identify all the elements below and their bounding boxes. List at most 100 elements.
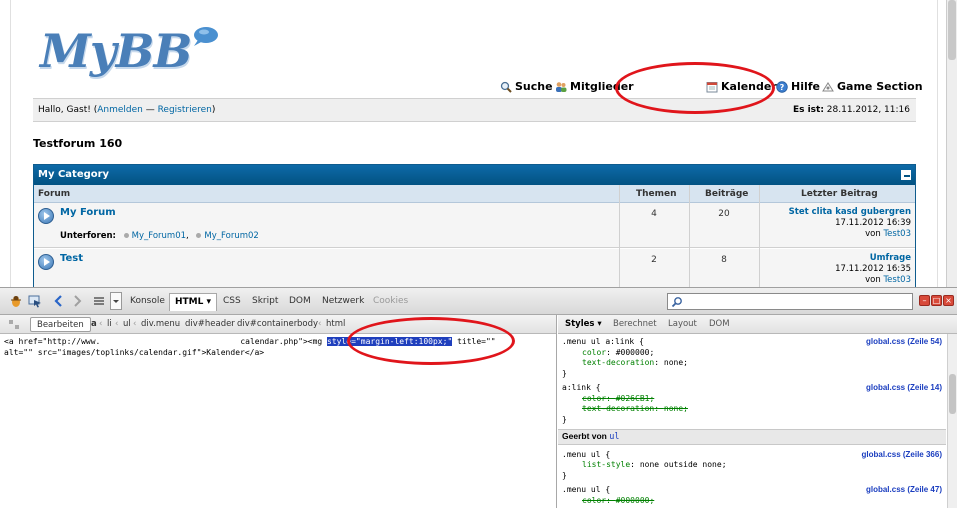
- tab-dom[interactable]: DOM: [289, 296, 311, 306]
- tab-html[interactable]: HTML ▾: [169, 293, 218, 311]
- author-link[interactable]: Test03: [883, 229, 911, 239]
- crumb-div-menu[interactable]: div.menu: [141, 319, 180, 329]
- crumb-li[interactable]: li: [107, 319, 112, 329]
- property-value: none outside none;: [639, 460, 727, 469]
- subforum-dot-icon: [196, 233, 202, 238]
- property-name: list-style: [582, 460, 631, 469]
- toplink-label: Game Section: [837, 80, 923, 93]
- crumb-separator-icon: ‹: [133, 319, 137, 329]
- column-headers: Forum Themen Beiträge Letzter Beitrag: [34, 185, 915, 203]
- tab-layout[interactable]: Layout: [668, 319, 697, 329]
- tab-skript[interactable]: Skript: [252, 296, 278, 306]
- dropdown-icon[interactable]: [110, 292, 122, 310]
- side-tabs: Styles ▾ Berechnet Layout DOM: [558, 315, 957, 334]
- html-source[interactable]: <a href="http://www. calendar.php"><mg st…: [4, 336, 552, 358]
- property-value: none;: [663, 358, 688, 367]
- detach-icon[interactable]: □: [931, 295, 942, 306]
- forward-icon[interactable]: [70, 294, 84, 308]
- members-icon: [556, 81, 567, 92]
- by-label: von: [865, 275, 881, 285]
- author-link[interactable]: Test03: [883, 275, 911, 285]
- subforum-link[interactable]: My_Forum02: [204, 231, 258, 241]
- node-icon[interactable]: [8, 319, 20, 330]
- side-scrollbar[interactable]: [947, 334, 957, 508]
- list-icon[interactable]: [92, 294, 106, 308]
- forum-link[interactable]: Test: [60, 253, 83, 264]
- page-scrollbar[interactable]: [946, 0, 957, 287]
- html-panel: Bearbeiten a ‹ li ‹ ul ‹ div.menu ‹ div#…: [0, 315, 557, 508]
- css-property[interactable]: text-decoration: none;: [562, 358, 942, 369]
- tab-css[interactable]: CSS: [223, 296, 241, 306]
- last-post-link[interactable]: Umfrage: [835, 253, 911, 264]
- css-source-link[interactable]: global.css (Zeile 54): [866, 337, 942, 348]
- mybb-logo[interactable]: MyBB: [40, 23, 220, 79]
- css-property-overridden[interactable]: color: #026CB1;: [562, 394, 942, 405]
- col-topics: Themen: [636, 189, 677, 199]
- toplink-suche[interactable]: Suche: [500, 80, 553, 93]
- code-fragment: <a href="http://www.: [4, 337, 101, 346]
- last-post-link[interactable]: Stet clita kasd gubergren: [789, 207, 911, 218]
- tab-cookies[interactable]: Cookies: [373, 296, 408, 306]
- css-property-overridden[interactable]: color: #000000;: [562, 496, 942, 507]
- toplink-mitglieder[interactable]: Mitglieder: [555, 80, 634, 93]
- logo-text: MyBB: [40, 24, 192, 78]
- firebug-icon[interactable]: [9, 294, 23, 308]
- scrollbar-thumb[interactable]: [949, 374, 956, 414]
- category-table: My Category Forum Themen Beiträge Letzte…: [33, 164, 916, 287]
- browser-page: MyBB Suche Mitglieder Kalender ? Hilfe G…: [0, 0, 946, 287]
- search-input[interactable]: [667, 293, 913, 310]
- last-post-date: 17.11.2012 16:39: [835, 218, 911, 228]
- help-icon: ?: [776, 80, 788, 93]
- col-last-post: Letzter Beitrag: [801, 189, 878, 199]
- tab-side-dom[interactable]: DOM: [709, 319, 730, 329]
- category-name[interactable]: My Category: [38, 169, 109, 180]
- crumb-a[interactable]: a: [91, 319, 97, 329]
- selected-attribute[interactable]: style="margin-left:100px;": [327, 337, 453, 346]
- css-property[interactable]: list-style: none outside none;: [562, 460, 942, 471]
- css-property[interactable]: color: #000000;: [562, 348, 942, 359]
- css-source-link[interactable]: global.css (Zeile 47): [866, 485, 942, 496]
- tab-styles-label: Styles: [565, 319, 595, 329]
- crumb-div-header[interactable]: div#header: [185, 319, 235, 329]
- tab-berechnet[interactable]: Berechnet: [613, 319, 657, 329]
- property-name: color: [582, 393, 607, 403]
- crumb-body[interactable]: body: [297, 319, 318, 329]
- register-link[interactable]: Registrieren: [158, 105, 212, 115]
- login-link[interactable]: Anmelden: [97, 105, 143, 115]
- crumb-ul[interactable]: ul: [123, 319, 131, 329]
- tab-netzwerk[interactable]: Netzwerk: [322, 296, 364, 306]
- crumb-separator-icon: ‹: [177, 319, 181, 329]
- inherited-from-link[interactable]: ul: [609, 432, 619, 442]
- css-rule: .menu ul { global.css (Zeile 47) color: …: [562, 485, 942, 506]
- inherited-header: Geerbt von ul: [558, 429, 946, 445]
- topics-count: 4: [651, 209, 657, 219]
- inspect-icon[interactable]: [28, 294, 42, 308]
- scrollbar-thumb[interactable]: [948, 0, 956, 60]
- toplink-hilfe[interactable]: ? Hilfe: [776, 80, 820, 93]
- property-name: text-decoration: [582, 404, 655, 413]
- css-property-overridden[interactable]: text-decoration: none;: [562, 404, 942, 415]
- crumb-html[interactable]: html: [326, 319, 345, 329]
- css-source-link[interactable]: global.css (Zeile 14): [866, 383, 942, 394]
- collapse-icon[interactable]: [901, 170, 911, 180]
- last-post-author: von Test03: [835, 275, 911, 286]
- search-icon: [500, 81, 512, 93]
- last-post: Umfrage 17.11.2012 16:35 von Test03: [835, 253, 911, 286]
- tab-konsole[interactable]: Konsole: [130, 296, 165, 306]
- table-row: My Forum Unterforen: My_Forum01, My_Foru…: [34, 203, 915, 248]
- back-icon[interactable]: [52, 294, 66, 308]
- subforum-link[interactable]: My_Forum01: [132, 231, 186, 241]
- side-panel: Styles ▾ Berechnet Layout DOM .menu ul a…: [558, 315, 957, 508]
- toplink-game-section[interactable]: Game Section: [822, 80, 923, 93]
- css-close-brace: }: [562, 368, 567, 378]
- breadcrumb: Bearbeiten a ‹ li ‹ ul ‹ div.menu ‹ div#…: [0, 315, 556, 334]
- welcome-bar: Hallo, Gast! (Anmelden — Registrieren) E…: [33, 98, 916, 122]
- edit-button[interactable]: Bearbeiten: [30, 317, 91, 332]
- col-forum: Forum: [38, 189, 71, 199]
- toplink-kalender[interactable]: Kalender: [706, 80, 777, 93]
- tab-styles[interactable]: Styles ▾: [565, 319, 602, 329]
- css-source-link[interactable]: global.css (Zeile 366): [862, 450, 942, 461]
- close-icon[interactable]: ×: [943, 295, 954, 306]
- minimize-icon[interactable]: –: [919, 295, 930, 306]
- forum-link[interactable]: My Forum: [60, 207, 116, 218]
